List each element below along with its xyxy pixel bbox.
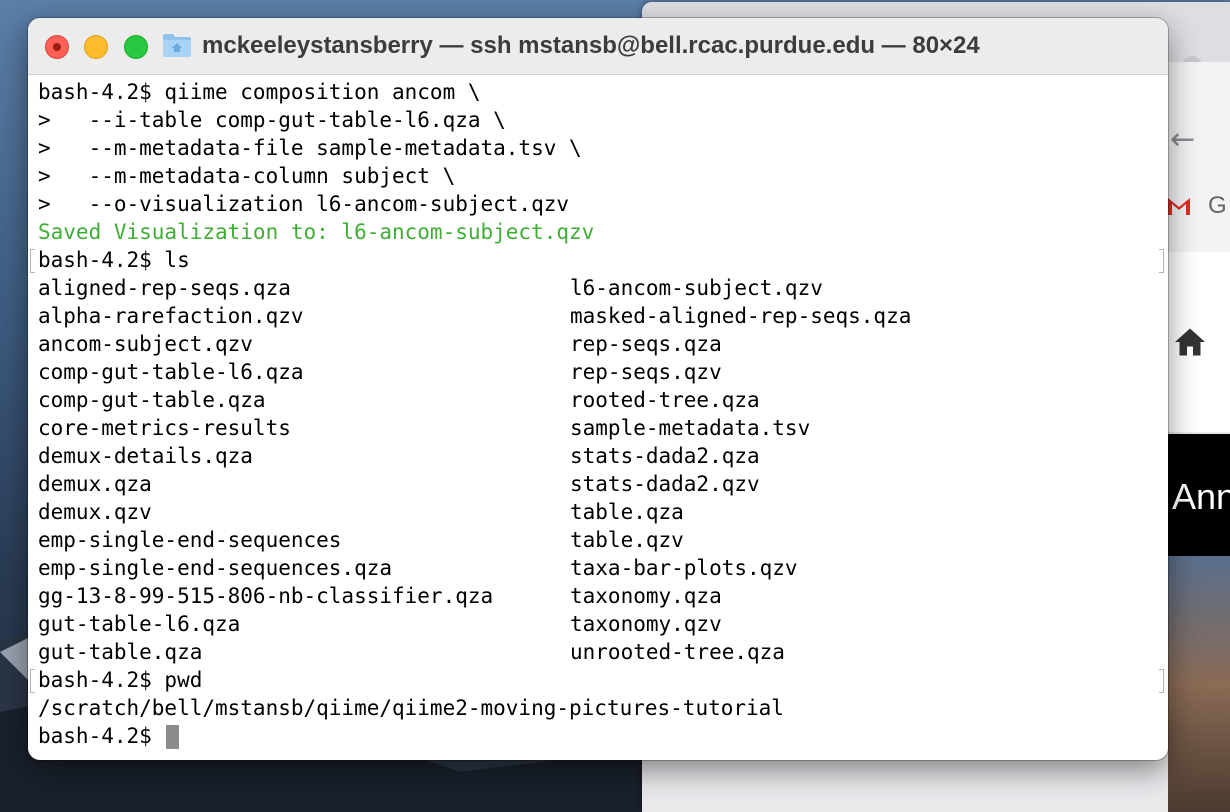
banner-text: Ann (1172, 476, 1230, 517)
ls-entry: rep-seqs.qza (570, 332, 722, 356)
ls-entry: aligned-rep-seqs.qza (38, 276, 291, 300)
ls-entry: taxonomy.qza (570, 584, 722, 608)
ls-entry: emp-single-end-sequences.qza (38, 556, 393, 580)
ls-entry: unrooted-tree.qza (570, 640, 785, 664)
ls-entry: taxonomy.qzv (570, 612, 722, 636)
bookmark-label[interactable]: G (1208, 192, 1227, 220)
prompt-text: bash-4.2$ (38, 724, 165, 748)
terminal-content[interactable]: bash-4.2$ qiime composition ancom \ > --… (30, 78, 1164, 750)
ls-entry: rooted-tree.qza (570, 388, 760, 412)
command-line: > --i-table comp-gut-table-l6.qza \ (38, 108, 506, 132)
ls-column-right: l6-ancom-subject.qzv masked-aligned-rep-… (570, 274, 911, 666)
page-photo (1168, 556, 1230, 812)
saved-output-line: Saved Visualization to: l6-ancom-subject… (38, 220, 595, 244)
terminal-titlebar[interactable]: mckeeleystansberry — ssh mstansb@bell.rc… (28, 18, 1168, 75)
ls-prompt-line: bash-4.2$ ls (30, 246, 1164, 274)
zoom-button[interactable] (124, 35, 148, 59)
command-line: bash-4.2$ qiime composition ancom \ (38, 80, 481, 104)
gmail-icon[interactable] (1167, 196, 1191, 216)
terminal-window[interactable]: mckeeleystansberry — ssh mstansb@bell.rc… (28, 18, 1168, 760)
ls-entry: table.qzv (570, 528, 684, 552)
command-line: > --m-metadata-file sample-metadata.tsv … (38, 136, 582, 160)
ls-column-left: aligned-rep-seqs.qza alpha-rarefaction.q… (38, 274, 493, 666)
pwd-prompt-line: bash-4.2$ pwd (30, 666, 1164, 694)
active-prompt-line[interactable]: bash-4.2$ (38, 722, 1158, 750)
minimize-button[interactable] (84, 35, 108, 59)
ls-entry: demux.qzv (38, 500, 152, 524)
ls-entry: gg-13-8-99-515-806-nb-classifier.qza (38, 584, 494, 608)
ls-entry: sample-metadata.tsv (570, 416, 811, 440)
pwd-output-line: /scratch/bell/mstansb/qiime/qiime2-movin… (38, 696, 784, 720)
ls-entry: comp-gut-table-l6.qza (38, 360, 304, 384)
ls-entry: emp-single-end-sequences (38, 528, 342, 552)
ls-entry: comp-gut-table.qza (38, 388, 266, 412)
home-icon[interactable] (1172, 324, 1208, 360)
ls-entry: gut-table-l6.qza (38, 612, 241, 636)
ls-entry: taxa-bar-plots.qzv (570, 556, 798, 580)
ls-output: aligned-rep-seqs.qza alpha-rarefaction.q… (38, 274, 1158, 666)
ls-entry: ancom-subject.qzv (38, 332, 253, 356)
ls-entry: table.qza (570, 500, 684, 524)
text-cursor[interactable] (166, 725, 180, 749)
ls-entry: demux.qza (38, 472, 152, 496)
window-title: mckeeleystansberry — ssh mstansb@bell.rc… (202, 32, 980, 59)
ls-entry: stats-dada2.qza (570, 444, 760, 468)
command-line: > --m-metadata-column subject \ (38, 164, 456, 188)
ls-entry: alpha-rarefaction.qzv (38, 304, 304, 328)
ls-entry: rep-seqs.qzv (570, 360, 722, 384)
close-button[interactable] (45, 35, 69, 59)
folder-icon (163, 34, 191, 57)
ls-entry: gut-table.qza (38, 640, 203, 664)
ls-entry: l6-ancom-subject.qzv (570, 276, 823, 300)
ls-entry: masked-aligned-rep-seqs.qza (570, 304, 912, 328)
command-line: > --o-visualization l6-ancom-subject.qzv (38, 192, 570, 216)
back-arrow-icon[interactable]: ← (1170, 122, 1195, 157)
ls-entry: core-metrics-results (38, 416, 291, 440)
ls-entry: stats-dada2.qzv (570, 472, 760, 496)
ls-entry: demux-details.qza (38, 444, 253, 468)
